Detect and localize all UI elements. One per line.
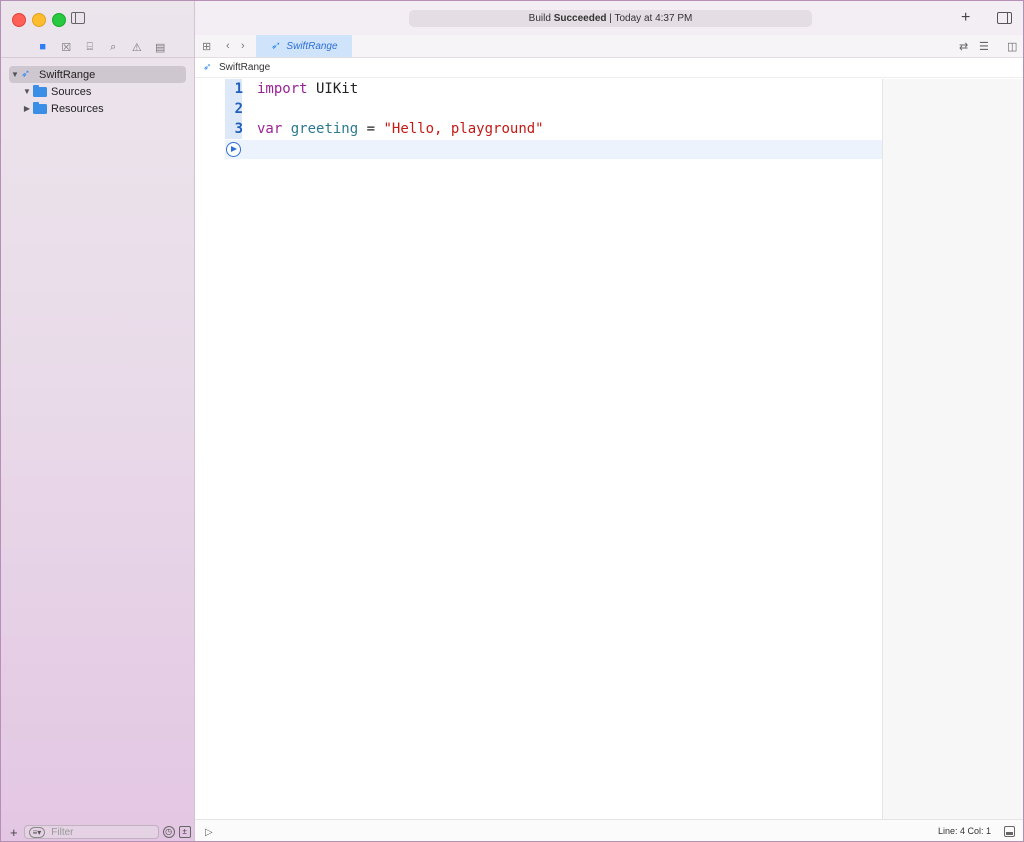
sidebar-toggle-icon[interactable]: [71, 12, 85, 24]
editor-area: Build Succeeded | Today at 4:37 PM + ⊞ ‹…: [195, 1, 1023, 841]
tab-swiftrange[interactable]: ➶ SwiftRange: [256, 35, 352, 57]
scm-filter-icon[interactable]: ±: [178, 826, 191, 838]
chevron-down-icon[interactable]: ▼: [21, 87, 33, 96]
breadcrumb: ➶ SwiftRange: [195, 58, 1023, 78]
code-token: =: [358, 121, 384, 137]
swift-icon: ➶: [203, 62, 212, 73]
activity-status: Build Succeeded | Today at 4:37 PM: [409, 10, 812, 27]
tab-label: SwiftRange: [286, 40, 338, 52]
tree-item-label: Sources: [51, 85, 92, 98]
filter-field[interactable]: ≡▾ Filter: [23, 825, 159, 839]
minimize-button[interactable]: [32, 13, 46, 27]
play-icon[interactable]: ▷: [205, 827, 213, 838]
line-number: 2: [234, 101, 243, 117]
line-number: 3: [234, 121, 243, 137]
code-token: "Hello, playground": [383, 121, 544, 137]
report-icon[interactable]: ▤: [154, 41, 166, 54]
issue-icon[interactable]: ⚠: [131, 41, 143, 54]
forward-icon[interactable]: ›: [241, 40, 245, 52]
code-token: import: [257, 81, 308, 97]
recent-files-icon[interactable]: ◷: [162, 826, 175, 838]
add-library-icon[interactable]: +: [961, 9, 970, 27]
swift-icon: ➶: [270, 39, 280, 52]
tree-item-swiftrange[interactable]: ▼ ➶ SwiftRange: [9, 66, 186, 83]
filter-options-icon[interactable]: ≡▾: [28, 826, 46, 838]
code-editor[interactable]: 1 2 3 import UIKit var greeting = "Hello…: [195, 79, 882, 819]
source-control-icon[interactable]: ☒: [60, 41, 72, 54]
results-sidebar: [882, 79, 1023, 819]
editor-options-icon[interactable]: ☰: [979, 40, 989, 53]
tree-item-sources[interactable]: ▼ Sources: [21, 83, 186, 100]
swift-icon: ➶: [21, 68, 31, 80]
navigator-filter-bar: + ≡▾ Filter ◷ ±: [1, 821, 194, 841]
zoom-button[interactable]: [52, 13, 66, 27]
symbol-icon[interactable]: ⌸: [84, 41, 96, 53]
code-line[interactable]: var greeting = "Hello, playground": [257, 121, 544, 137]
tree-item-label: SwiftRange: [39, 68, 96, 81]
xcode-window: ■ ☒ ⌸ ⌕ ⚠ ▤ ▼ ➶ SwiftRange ▼ Sources ▶ R…: [0, 0, 1024, 842]
debug-bar: ▷ Line: 4 Col: 1: [195, 819, 1023, 841]
toolbar: Build Succeeded | Today at 4:37 PM +: [195, 1, 1023, 36]
add-icon[interactable]: +: [10, 825, 18, 840]
navigator-selector-bar: ■ ☒ ⌸ ⌕ ⚠ ▤: [1, 37, 194, 57]
code-token: UIKit: [307, 81, 359, 97]
related-items-icon[interactable]: ⊞: [202, 40, 211, 53]
code-line[interactable]: import UIKit: [257, 81, 358, 97]
cursor-position: Line: 4 Col: 1: [937, 826, 991, 836]
current-line-highlight: [225, 140, 882, 159]
status-result: Succeeded: [553, 13, 607, 24]
tree-item-label: Resources: [51, 102, 104, 115]
status-prefix: Build: [528, 13, 551, 24]
line-number: 1: [234, 81, 243, 97]
code-token: var: [257, 121, 283, 137]
chevron-down-icon[interactable]: ▼: [9, 70, 21, 79]
sidebar-divider: [1, 57, 194, 58]
window-controls: [12, 13, 66, 27]
filter-placeholder: Filter: [51, 826, 74, 838]
code-token: greeting: [290, 121, 359, 137]
folder-icon: [33, 101, 47, 114]
back-icon[interactable]: ‹: [226, 40, 230, 52]
breadcrumb-item[interactable]: SwiftRange: [219, 62, 270, 73]
status-time: | Today at 4:37 PM: [609, 13, 693, 24]
tab-bar: ⊞ ‹ › ➶ SwiftRange ⇄ ☰ ◫: [195, 35, 1023, 58]
close-button[interactable]: [12, 13, 26, 27]
folder-icon: [33, 84, 47, 97]
inspector-toggle-icon[interactable]: [997, 12, 1012, 24]
chevron-right-icon[interactable]: ▶: [21, 104, 33, 113]
swap-icon[interactable]: ⇄: [959, 40, 968, 53]
search-icon[interactable]: ⌕: [107, 41, 119, 53]
folder-icon[interactable]: ■: [37, 41, 49, 53]
split-editor-icon[interactable]: ◫: [1007, 40, 1017, 53]
tree-item-resources[interactable]: ▶ Resources: [21, 100, 186, 117]
navigator-sidebar: ■ ☒ ⌸ ⌕ ⚠ ▤ ▼ ➶ SwiftRange ▼ Sources ▶ R…: [1, 1, 195, 841]
run-playground-button[interactable]: [226, 142, 241, 157]
debug-area-toggle-icon[interactable]: [1004, 826, 1015, 837]
